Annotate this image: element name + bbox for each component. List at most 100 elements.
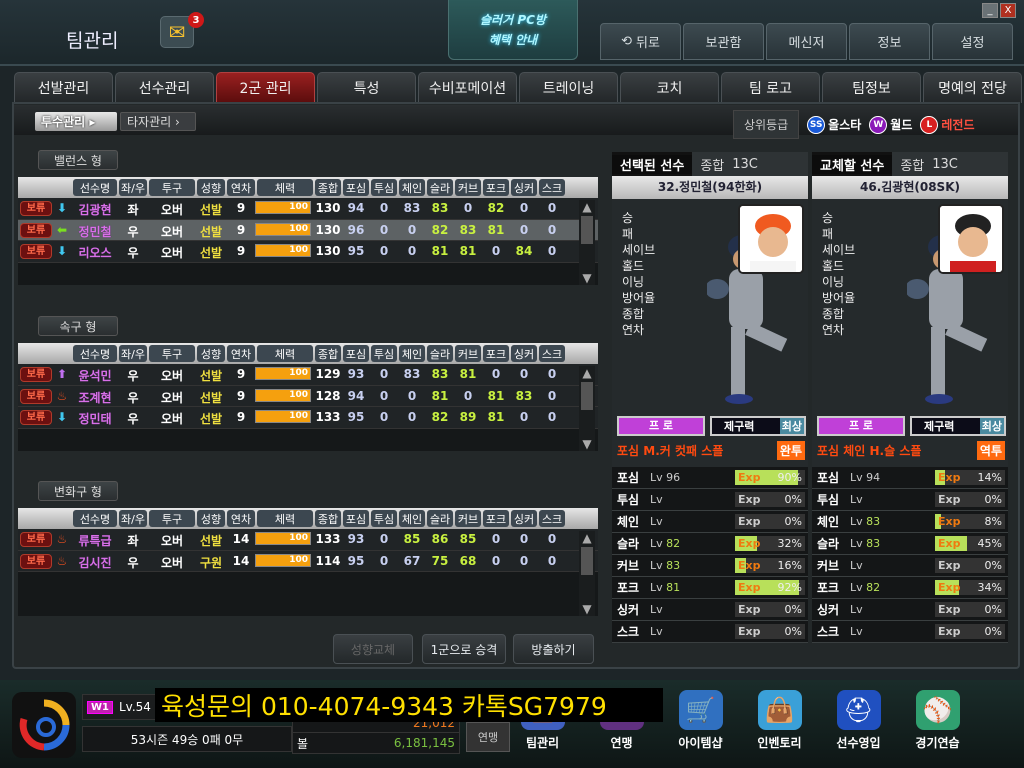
column-header[interactable]: 투구 (149, 510, 195, 527)
column-header[interactable]: 포심 (343, 510, 369, 527)
column-header[interactable]: 포심 (343, 179, 369, 196)
table-row[interactable]: 보류 ♨ 조계현 우 오버 선발 9 100 128 94 0 0 81 0 81 83 0 (18, 385, 598, 407)
column-header[interactable]: 연차 (227, 179, 255, 196)
tab-8[interactable]: 팀정보 (822, 72, 921, 103)
close-button[interactable]: X (1000, 3, 1016, 18)
column-header[interactable]: 투심 (371, 510, 397, 527)
tab-4[interactable]: 수비포메이션 (418, 72, 517, 103)
column-header[interactable]: 연차 (227, 510, 255, 527)
info-button[interactable]: 정보 (849, 23, 930, 60)
storage-button[interactable]: 보관함 (683, 23, 764, 60)
column-header[interactable]: 싱커 (511, 510, 537, 527)
tab-9[interactable]: 명예의 전당 (923, 72, 1022, 103)
column-header[interactable]: 좌/우 (119, 179, 147, 196)
promote-button[interactable]: 1군으로 승격 (422, 634, 506, 664)
column-header[interactable]: 스크 (539, 345, 565, 362)
column-header[interactable]: 스크 (539, 179, 565, 196)
column-header[interactable]: 좌/우 (119, 510, 147, 527)
change-type-button[interactable]: 성향교체 (333, 634, 413, 664)
minimize-button[interactable]: _ (982, 3, 998, 18)
table-row[interactable]: 보류 ⬅ 정민철 우 오버 선발 9 100 130 96 0 0 82 83 81 0 0 (18, 219, 598, 241)
column-header[interactable]: 커브 (455, 510, 481, 527)
column-header[interactable]: 체인 (399, 179, 425, 196)
scroll-up-icon[interactable]: ▲ (579, 531, 595, 545)
tab-2[interactable]: 2군 관리 (216, 72, 315, 103)
league-button[interactable]: 연맹 (466, 722, 510, 752)
column-header[interactable]: 연차 (227, 345, 255, 362)
column-header[interactable]: 선수명 (73, 510, 117, 527)
column-header[interactable]: 투심 (371, 345, 397, 362)
scroll-thumb[interactable] (581, 547, 593, 575)
menu-recruit[interactable]: ⛑ 선수영입 (821, 690, 896, 751)
table-row[interactable]: 보류 ♨ 김시진 우 오버 구원 14 100 114 95 0 67 75 68 0 0 0 (18, 550, 598, 572)
scrollbar[interactable]: ▲ ▼ (579, 531, 595, 616)
release-button[interactable]: 방출하기 (513, 634, 594, 664)
status-badge[interactable]: 보류 (20, 553, 52, 569)
status-badge[interactable]: 보류 (20, 367, 52, 382)
table-row[interactable]: 보류 ⬇ 리오스 우 오버 선발 9 100 130 95 0 0 81 81 0 84 0 (18, 241, 598, 263)
scroll-thumb[interactable] (581, 216, 593, 244)
status-badge[interactable]: 보류 (20, 244, 52, 259)
scrollbar[interactable]: ▲ ▼ (579, 366, 595, 451)
column-header[interactable]: 종합 (315, 345, 341, 362)
column-header[interactable]: 커브 (455, 345, 481, 362)
scrollbar[interactable]: ▲ ▼ (579, 200, 595, 285)
table-row[interactable]: 보류 ⬇ 김광현 좌 오버 선발 9 100 130 94 0 83 83 0 82 0 0 (18, 198, 598, 220)
column-header[interactable]: 성향 (197, 179, 225, 196)
column-header[interactable]: 스크 (539, 510, 565, 527)
column-header[interactable]: 체력 (257, 510, 313, 527)
column-header[interactable]: 종합 (315, 179, 341, 196)
scroll-thumb[interactable] (581, 382, 593, 410)
tab-batter-manage[interactable]: 타자관리 › (120, 112, 196, 131)
status-badge[interactable]: 보류 (20, 532, 52, 547)
column-header[interactable]: 싱커 (511, 345, 537, 362)
column-header[interactable]: 체력 (257, 179, 313, 196)
tab-3[interactable]: 특성 (317, 72, 416, 103)
scroll-down-icon[interactable]: ▼ (579, 437, 595, 451)
column-header[interactable]: 포심 (343, 345, 369, 362)
column-header[interactable]: 좌/우 (119, 345, 147, 362)
status-badge[interactable]: 보류 (20, 222, 52, 238)
column-header[interactable]: 커브 (455, 179, 481, 196)
column-header[interactable]: 종합 (315, 510, 341, 527)
column-header[interactable]: 투구 (149, 345, 195, 362)
menu-practice[interactable]: ⚾ 경기연습 (900, 690, 975, 751)
column-header[interactable]: 선수명 (73, 345, 117, 362)
column-header[interactable]: 성향 (197, 510, 225, 527)
column-header[interactable]: 체인 (399, 345, 425, 362)
tab-6[interactable]: 코치 (620, 72, 719, 103)
scroll-down-icon[interactable]: ▼ (579, 602, 595, 616)
table-row[interactable]: 보류 ♨ 류특급 좌 오버 선발 14 100 133 93 0 85 86 85 0 0 0 (18, 529, 598, 551)
tab-0[interactable]: 선발관리 (14, 72, 113, 103)
tab-1[interactable]: 선수관리 (115, 72, 214, 103)
scroll-up-icon[interactable]: ▲ (579, 200, 595, 214)
table-row[interactable]: 보류 ⬇ 정민태 우 오버 선발 9 100 133 95 0 0 82 89 81 0 0 (18, 407, 598, 429)
scroll-up-icon[interactable]: ▲ (579, 366, 595, 380)
column-header[interactable]: 슬라 (427, 179, 453, 196)
tab-7[interactable]: 팀 로고 (721, 72, 820, 103)
column-header[interactable]: 체인 (399, 510, 425, 527)
tab-pitcher-manage[interactable]: 투수관리 ▸ (35, 112, 117, 131)
column-header[interactable]: 체력 (257, 345, 313, 362)
scroll-down-icon[interactable]: ▼ (579, 271, 595, 285)
column-header[interactable]: 선수명 (73, 179, 117, 196)
back-button[interactable]: ⟲ 뒤로 (600, 23, 681, 60)
column-header[interactable]: 투구 (149, 179, 195, 196)
column-header[interactable]: 싱커 (511, 179, 537, 196)
column-header[interactable]: 슬라 (427, 510, 453, 527)
column-header[interactable]: 슬라 (427, 345, 453, 362)
pc-room-promo-button[interactable]: 슬러거 PC방 혜택 안내 (448, 0, 578, 60)
menu-inventory[interactable]: 👜 인벤토리 (742, 690, 817, 751)
settings-button[interactable]: 설정 (932, 23, 1013, 60)
menu-shop[interactable]: 🛒 아이템샵 (663, 690, 738, 751)
column-header[interactable]: 포크 (483, 179, 509, 196)
status-badge[interactable]: 보류 (20, 388, 52, 404)
messenger-button[interactable]: 메신저 (766, 23, 847, 60)
status-badge[interactable]: 보류 (20, 201, 52, 216)
column-header[interactable]: 포크 (483, 345, 509, 362)
column-header[interactable]: 성향 (197, 345, 225, 362)
status-badge[interactable]: 보류 (20, 410, 52, 425)
column-header[interactable]: 포크 (483, 510, 509, 527)
table-row[interactable]: 보류 ⬆ 윤석민 우 오버 선발 9 100 129 93 0 83 83 81 0 0 0 (18, 364, 598, 386)
tab-5[interactable]: 트레이닝 (519, 72, 618, 103)
